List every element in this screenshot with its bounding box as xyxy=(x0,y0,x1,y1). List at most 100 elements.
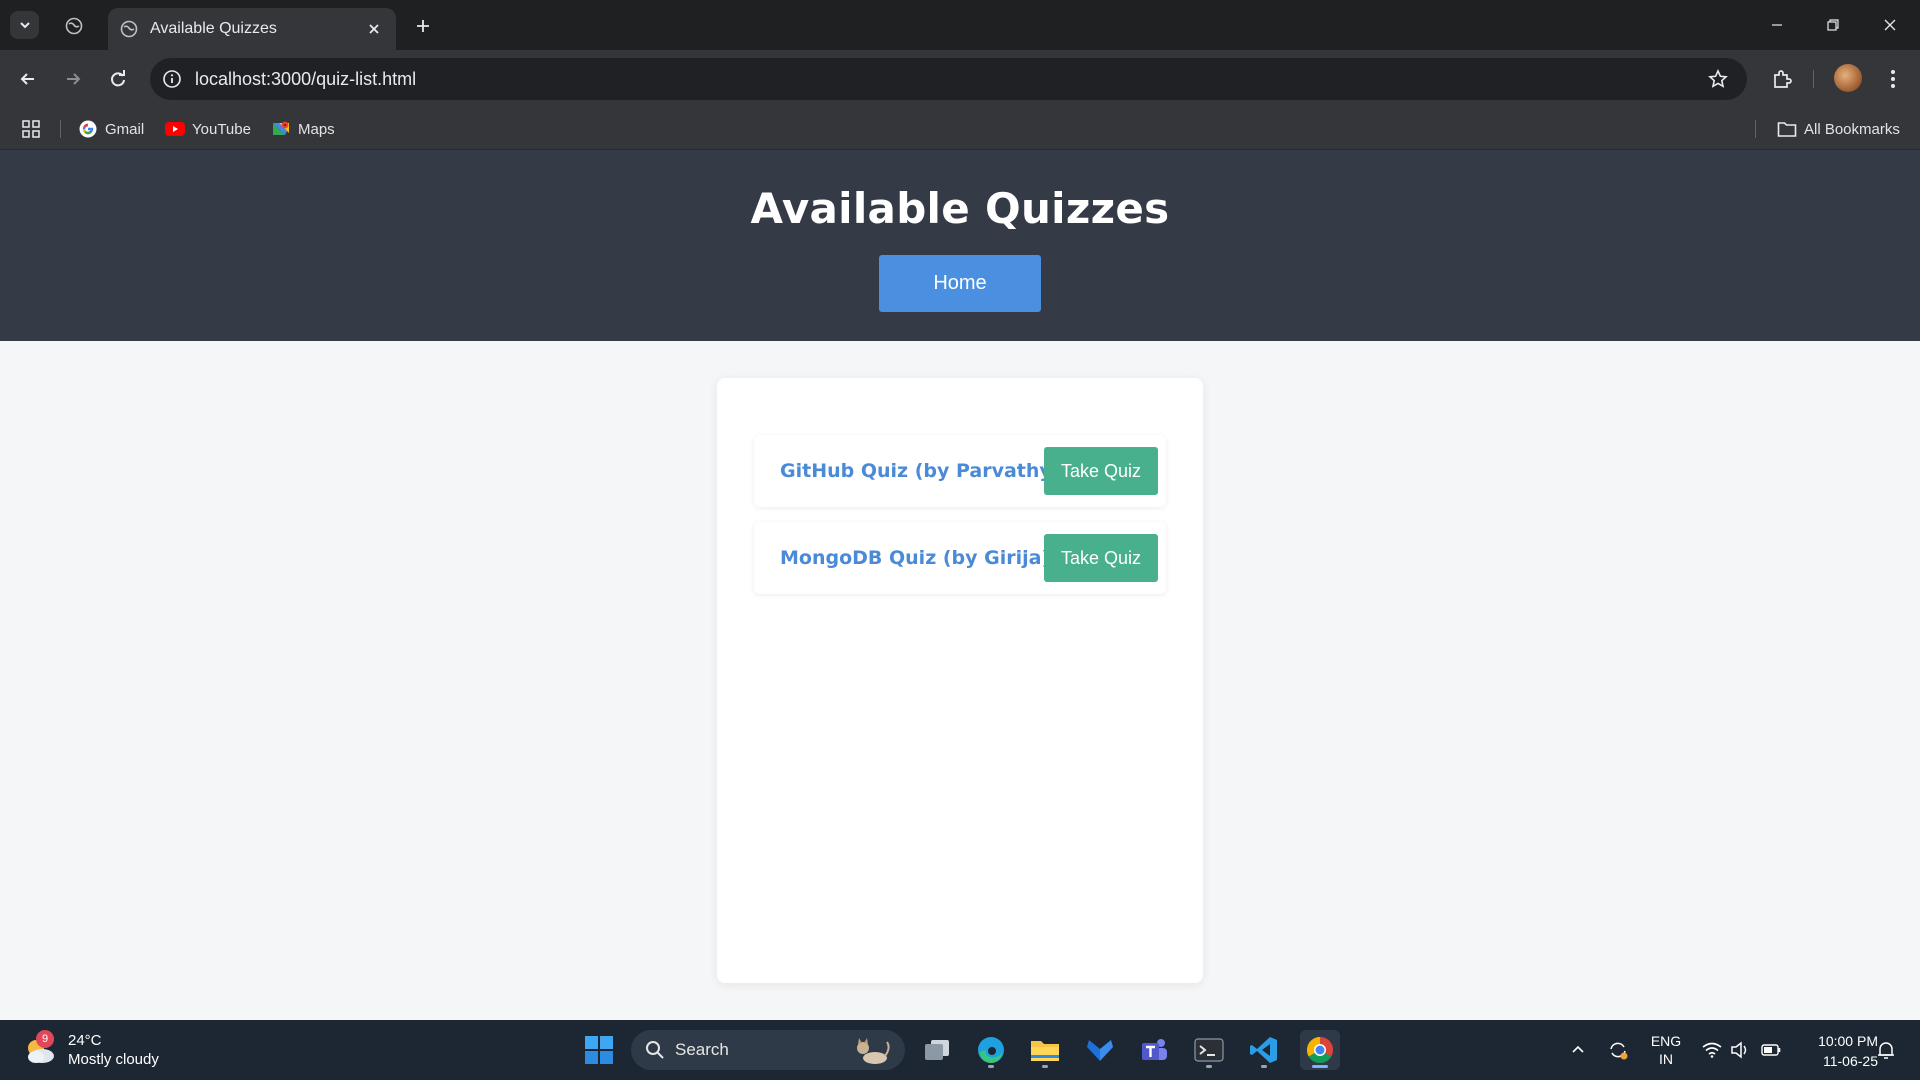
clock-date: 11-06-25 xyxy=(1822,1053,1878,1069)
tab-search-button[interactable] xyxy=(10,11,39,39)
quiz-title-link[interactable]: MongoDB Quiz (by Girija) xyxy=(780,522,1050,594)
taskbar-terminal[interactable] xyxy=(1189,1030,1229,1070)
cloudy-weather-icon: 9 xyxy=(22,1030,58,1068)
chevron-down-icon xyxy=(19,22,30,29)
globe-icon xyxy=(65,17,83,35)
taskbar-edge[interactable] xyxy=(971,1030,1011,1070)
search-placeholder: Search xyxy=(675,1040,729,1059)
bookmark-maps[interactable]: Maps xyxy=(271,118,335,140)
quiz-title-link[interactable]: GitHub Quiz (by Parvathy) xyxy=(780,435,1060,507)
weather-badge: 9 xyxy=(36,1030,54,1048)
forward-button[interactable] xyxy=(58,64,88,94)
page-header: Available Quizzes Home xyxy=(0,150,1920,341)
edge-icon xyxy=(978,1037,1004,1063)
home-button[interactable]: Home xyxy=(879,255,1041,312)
restore-icon xyxy=(1827,19,1839,31)
toolbar-divider xyxy=(1813,70,1814,88)
close-window-button[interactable] xyxy=(1872,10,1908,40)
kebab-menu-icon xyxy=(1891,70,1895,88)
profile-avatar[interactable] xyxy=(1834,64,1862,92)
notifications-button[interactable] xyxy=(1874,1020,1898,1080)
battery-tray-icon[interactable] xyxy=(1759,1020,1783,1080)
active-indicator xyxy=(1312,1065,1328,1068)
extensions-button[interactable] xyxy=(1767,64,1797,94)
quiz-list-item: GitHub Quiz (by Parvathy) Take Quiz xyxy=(754,435,1166,507)
wifi-tray-icon[interactable] xyxy=(1700,1020,1724,1080)
page-viewport: Available Quizzes Home GitHub Quiz (by P… xyxy=(0,150,1920,1020)
system-clock[interactable]: 10:00 PM 11-06-25 xyxy=(1790,1031,1878,1071)
arrow-right-icon xyxy=(67,73,81,85)
bookmark-label: Maps xyxy=(298,120,335,138)
start-button[interactable] xyxy=(579,1030,619,1070)
folder-icon xyxy=(1777,119,1797,139)
folder-icon xyxy=(1031,1041,1059,1061)
restore-button[interactable] xyxy=(1815,10,1851,40)
weather-condition: Mostly cloudy xyxy=(68,1051,159,1068)
bookmark-label: Gmail xyxy=(105,120,145,138)
show-hidden-icons-button[interactable] xyxy=(1566,1020,1590,1080)
menu-button[interactable] xyxy=(1878,64,1908,94)
quiz-list-item: MongoDB Quiz (by Girija) Take Quiz xyxy=(754,522,1166,594)
reload-button[interactable] xyxy=(103,64,133,94)
puzzle-icon xyxy=(1774,70,1792,88)
weather-temperature: 24°C xyxy=(68,1032,102,1049)
bookmark-gmail[interactable]: Gmail xyxy=(78,118,144,140)
back-button[interactable] xyxy=(13,64,43,94)
take-quiz-button[interactable]: Take Quiz xyxy=(1044,534,1158,582)
apps-button[interactable] xyxy=(21,118,41,140)
all-bookmarks-button[interactable]: All Bookmarks xyxy=(1777,118,1900,140)
taskbar-file-explorer[interactable] xyxy=(1025,1030,1065,1070)
volume-tray-icon[interactable] xyxy=(1728,1020,1752,1080)
bookmark-youtube[interactable]: YouTube xyxy=(165,118,251,140)
running-indicator xyxy=(1261,1065,1267,1068)
address-bar[interactable]: localhost:3000/quiz-list.html xyxy=(150,58,1747,100)
minimize-button[interactable] xyxy=(1759,10,1795,40)
globe-icon xyxy=(120,20,138,38)
clock-time: 10:00 PM xyxy=(1818,1033,1878,1049)
sync-tray-icon[interactable] xyxy=(1604,1020,1632,1080)
windows-taskbar: 9 24°C Mostly cloudy Search ENG IN 10:00… xyxy=(0,1020,1920,1080)
search-icon xyxy=(646,1041,664,1059)
battery-icon xyxy=(1761,1044,1781,1056)
language-indicator[interactable]: ENG IN xyxy=(1645,1020,1687,1080)
teams-icon xyxy=(1142,1039,1167,1060)
close-tab-icon[interactable] xyxy=(364,19,384,39)
quiz-list-card: GitHub Quiz (by Parvathy) Take Quiz Mong… xyxy=(717,378,1203,983)
chrome-icon xyxy=(1306,1036,1333,1064)
youtube-icon xyxy=(165,119,185,139)
apps-grid-icon xyxy=(22,120,40,138)
new-tab-button[interactable] xyxy=(410,13,436,39)
speaker-icon xyxy=(1731,1041,1747,1059)
tab-group-button[interactable] xyxy=(62,14,86,38)
notification-bell-icon xyxy=(1878,1042,1894,1059)
plus-icon xyxy=(417,20,429,32)
running-indicator xyxy=(988,1065,994,1068)
task-view-button[interactable] xyxy=(917,1030,957,1070)
chevron-up-icon xyxy=(1572,1045,1584,1053)
browser-tab-active[interactable]: Available Quizzes xyxy=(108,8,396,50)
tab-title: Available Quizzes xyxy=(150,20,277,37)
take-quiz-button[interactable]: Take Quiz xyxy=(1044,447,1158,495)
all-bookmarks-label: All Bookmarks xyxy=(1804,120,1900,138)
bookmark-label: YouTube xyxy=(192,120,251,138)
region-code: IN xyxy=(1659,1051,1673,1067)
taskbar-vscode[interactable] xyxy=(1244,1030,1284,1070)
wifi-icon xyxy=(1702,1042,1722,1058)
close-icon xyxy=(1884,19,1896,31)
taskbar-chrome[interactable] xyxy=(1300,1030,1340,1070)
url-text[interactable]: localhost:3000/quiz-list.html xyxy=(195,69,1705,90)
taskbar-teams[interactable] xyxy=(1134,1030,1174,1070)
taskbar-app-butterfly[interactable] xyxy=(1080,1030,1120,1070)
task-view-icon xyxy=(925,1040,949,1060)
weather-widget[interactable]: 9 24°C Mostly cloudy xyxy=(22,1028,159,1072)
taskbar-search[interactable]: Search xyxy=(631,1030,905,1070)
running-indicator xyxy=(1206,1065,1212,1068)
sync-icon xyxy=(1610,1042,1628,1060)
bookmark-star-icon[interactable] xyxy=(1705,66,1731,92)
site-info-icon[interactable] xyxy=(161,68,183,90)
terminal-icon xyxy=(1194,1038,1224,1062)
minimize-icon xyxy=(1772,24,1782,26)
arrow-left-icon xyxy=(20,73,34,85)
butterfly-app-icon xyxy=(1087,1040,1113,1061)
vscode-icon xyxy=(1250,1037,1277,1063)
